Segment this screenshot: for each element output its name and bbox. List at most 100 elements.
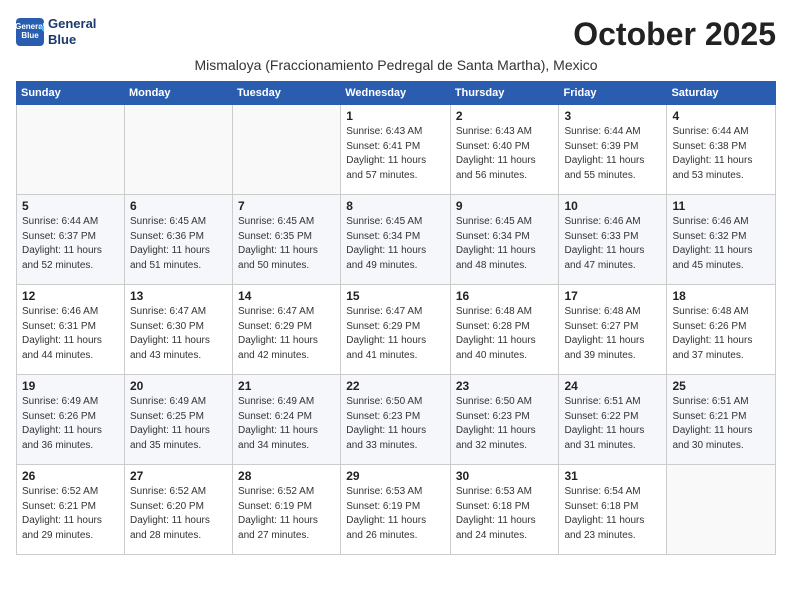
- day-info: Sunrise: 6:47 AM Sunset: 6:30 PM Dayligh…: [130, 305, 227, 363]
- day-info: Sunrise: 6:43 AM Sunset: 6:40 PM Dayligh…: [456, 125, 554, 183]
- day-number: 27: [130, 469, 227, 483]
- day-number: 4: [672, 109, 770, 123]
- day-number: 18: [672, 289, 770, 303]
- day-number: 11: [672, 199, 770, 213]
- weekday-header-friday: Friday: [559, 82, 667, 105]
- calendar-cell: 7 Sunrise: 6:45 AM Sunset: 6:35 PM Daylig…: [233, 195, 341, 285]
- calendar-cell: 22 Sunrise: 6:50 AM Sunset: 6:23 PM Dayli…: [341, 375, 451, 465]
- logo-icon: General Blue: [16, 18, 44, 46]
- day-info: Sunrise: 6:44 AM Sunset: 6:37 PM Dayligh…: [22, 215, 119, 273]
- day-info: Sunrise: 6:48 AM Sunset: 6:27 PM Dayligh…: [564, 305, 661, 363]
- calendar-cell: 9 Sunrise: 6:45 AM Sunset: 6:34 PM Daylig…: [450, 195, 559, 285]
- day-info: Sunrise: 6:52 AM Sunset: 6:21 PM Dayligh…: [22, 485, 119, 543]
- day-number: 23: [456, 379, 554, 393]
- calendar-cell: 25 Sunrise: 6:51 AM Sunset: 6:21 PM Dayli…: [667, 375, 776, 465]
- day-number: 30: [456, 469, 554, 483]
- day-info: Sunrise: 6:47 AM Sunset: 6:29 PM Dayligh…: [346, 305, 445, 363]
- calendar-cell: 11 Sunrise: 6:46 AM Sunset: 6:32 PM Dayli…: [667, 195, 776, 285]
- calendar-table: SundayMondayTuesdayWednesdayThursdayFrid…: [16, 81, 776, 555]
- day-info: Sunrise: 6:52 AM Sunset: 6:20 PM Dayligh…: [130, 485, 227, 543]
- day-number: 10: [564, 199, 661, 213]
- day-info: Sunrise: 6:44 AM Sunset: 6:39 PM Dayligh…: [564, 125, 661, 183]
- day-info: Sunrise: 6:52 AM Sunset: 6:19 PM Dayligh…: [238, 485, 335, 543]
- calendar-cell: [667, 465, 776, 555]
- calendar-cell: [124, 105, 232, 195]
- calendar-cell: 13 Sunrise: 6:47 AM Sunset: 6:30 PM Dayli…: [124, 285, 232, 375]
- day-info: Sunrise: 6:48 AM Sunset: 6:26 PM Dayligh…: [672, 305, 770, 363]
- calendar-cell: 10 Sunrise: 6:46 AM Sunset: 6:33 PM Dayli…: [559, 195, 667, 285]
- day-number: 7: [238, 199, 335, 213]
- calendar-cell: 4Sunrise: 6:44 AM Sunset: 6:38 PM Daylig…: [667, 105, 776, 195]
- day-info: Sunrise: 6:45 AM Sunset: 6:35 PM Dayligh…: [238, 215, 335, 273]
- weekday-header-thursday: Thursday: [450, 82, 559, 105]
- calendar-cell: [233, 105, 341, 195]
- day-number: 13: [130, 289, 227, 303]
- day-number: 9: [456, 199, 554, 213]
- month-title: October 2025: [573, 16, 776, 53]
- day-info: Sunrise: 6:53 AM Sunset: 6:19 PM Dayligh…: [346, 485, 445, 543]
- calendar-cell: 3Sunrise: 6:44 AM Sunset: 6:39 PM Daylig…: [559, 105, 667, 195]
- logo: General Blue General Blue: [16, 16, 96, 47]
- day-info: Sunrise: 6:49 AM Sunset: 6:26 PM Dayligh…: [22, 395, 119, 453]
- calendar-cell: 30 Sunrise: 6:53 AM Sunset: 6:18 PM Dayli…: [450, 465, 559, 555]
- day-info: Sunrise: 6:43 AM Sunset: 6:41 PM Dayligh…: [346, 125, 445, 183]
- svg-text:Blue: Blue: [21, 31, 39, 40]
- calendar-cell: 5Sunrise: 6:44 AM Sunset: 6:37 PM Daylig…: [17, 195, 125, 285]
- day-info: Sunrise: 6:49 AM Sunset: 6:24 PM Dayligh…: [238, 395, 335, 453]
- calendar-cell: 27 Sunrise: 6:52 AM Sunset: 6:20 PM Dayli…: [124, 465, 232, 555]
- day-number: 22: [346, 379, 445, 393]
- calendar-cell: 28Sunrise: 6:52 AM Sunset: 6:19 PM Dayli…: [233, 465, 341, 555]
- calendar-cell: 18 Sunrise: 6:48 AM Sunset: 6:26 PM Dayli…: [667, 285, 776, 375]
- calendar-cell: 20Sunrise: 6:49 AM Sunset: 6:25 PM Dayli…: [124, 375, 232, 465]
- day-info: Sunrise: 6:46 AM Sunset: 6:33 PM Dayligh…: [564, 215, 661, 273]
- day-number: 24: [564, 379, 661, 393]
- calendar-cell: 31Sunrise: 6:54 AM Sunset: 6:18 PM Dayli…: [559, 465, 667, 555]
- calendar-cell: 16 Sunrise: 6:48 AM Sunset: 6:28 PM Dayli…: [450, 285, 559, 375]
- day-number: 14: [238, 289, 335, 303]
- day-info: Sunrise: 6:45 AM Sunset: 6:36 PM Dayligh…: [130, 215, 227, 273]
- day-info: Sunrise: 6:46 AM Sunset: 6:32 PM Dayligh…: [672, 215, 770, 273]
- day-number: 12: [22, 289, 119, 303]
- day-info: Sunrise: 6:50 AM Sunset: 6:23 PM Dayligh…: [456, 395, 554, 453]
- day-number: 19: [22, 379, 119, 393]
- day-info: Sunrise: 6:49 AM Sunset: 6:25 PM Dayligh…: [130, 395, 227, 453]
- weekday-header-tuesday: Tuesday: [233, 82, 341, 105]
- day-info: Sunrise: 6:45 AM Sunset: 6:34 PM Dayligh…: [456, 215, 554, 273]
- day-number: 17: [564, 289, 661, 303]
- calendar-cell: 29Sunrise: 6:53 AM Sunset: 6:19 PM Dayli…: [341, 465, 451, 555]
- calendar-cell: 14Sunrise: 6:47 AM Sunset: 6:29 PM Dayli…: [233, 285, 341, 375]
- day-number: 8: [346, 199, 445, 213]
- day-number: 6: [130, 199, 227, 213]
- weekday-header-wednesday: Wednesday: [341, 82, 451, 105]
- day-info: Sunrise: 6:45 AM Sunset: 6:34 PM Dayligh…: [346, 215, 445, 273]
- logo-text-line1: General: [48, 16, 96, 32]
- location-subtitle: Mismaloya (Fraccionamiento Pedregal de S…: [16, 57, 776, 73]
- day-number: 25: [672, 379, 770, 393]
- day-number: 26: [22, 469, 119, 483]
- day-number: 15: [346, 289, 445, 303]
- weekday-header-sunday: Sunday: [17, 82, 125, 105]
- calendar-cell: 8 Sunrise: 6:45 AM Sunset: 6:34 PM Daylig…: [341, 195, 451, 285]
- day-info: Sunrise: 6:46 AM Sunset: 6:31 PM Dayligh…: [22, 305, 119, 363]
- day-info: Sunrise: 6:53 AM Sunset: 6:18 PM Dayligh…: [456, 485, 554, 543]
- calendar-cell: 23 Sunrise: 6:50 AM Sunset: 6:23 PM Dayli…: [450, 375, 559, 465]
- calendar-cell: 2 Sunrise: 6:43 AM Sunset: 6:40 PM Daylig…: [450, 105, 559, 195]
- day-info: Sunrise: 6:48 AM Sunset: 6:28 PM Dayligh…: [456, 305, 554, 363]
- calendar-cell: [17, 105, 125, 195]
- weekday-header-monday: Monday: [124, 82, 232, 105]
- day-number: 2: [456, 109, 554, 123]
- logo-text-line2: Blue: [48, 32, 96, 48]
- calendar-cell: 17 Sunrise: 6:48 AM Sunset: 6:27 PM Dayli…: [559, 285, 667, 375]
- day-number: 21: [238, 379, 335, 393]
- calendar-cell: 21 Sunrise: 6:49 AM Sunset: 6:24 PM Dayli…: [233, 375, 341, 465]
- day-info: Sunrise: 6:51 AM Sunset: 6:22 PM Dayligh…: [564, 395, 661, 453]
- calendar-cell: 19 Sunrise: 6:49 AM Sunset: 6:26 PM Dayli…: [17, 375, 125, 465]
- calendar-cell: 1 Sunrise: 6:43 AM Sunset: 6:41 PM Daylig…: [341, 105, 451, 195]
- day-info: Sunrise: 6:51 AM Sunset: 6:21 PM Dayligh…: [672, 395, 770, 453]
- calendar-cell: 26 Sunrise: 6:52 AM Sunset: 6:21 PM Dayli…: [17, 465, 125, 555]
- day-number: 16: [456, 289, 554, 303]
- calendar-cell: 12 Sunrise: 6:46 AM Sunset: 6:31 PM Dayli…: [17, 285, 125, 375]
- calendar-cell: 15 Sunrise: 6:47 AM Sunset: 6:29 PM Dayli…: [341, 285, 451, 375]
- day-info: Sunrise: 6:50 AM Sunset: 6:23 PM Dayligh…: [346, 395, 445, 453]
- day-number: 1: [346, 109, 445, 123]
